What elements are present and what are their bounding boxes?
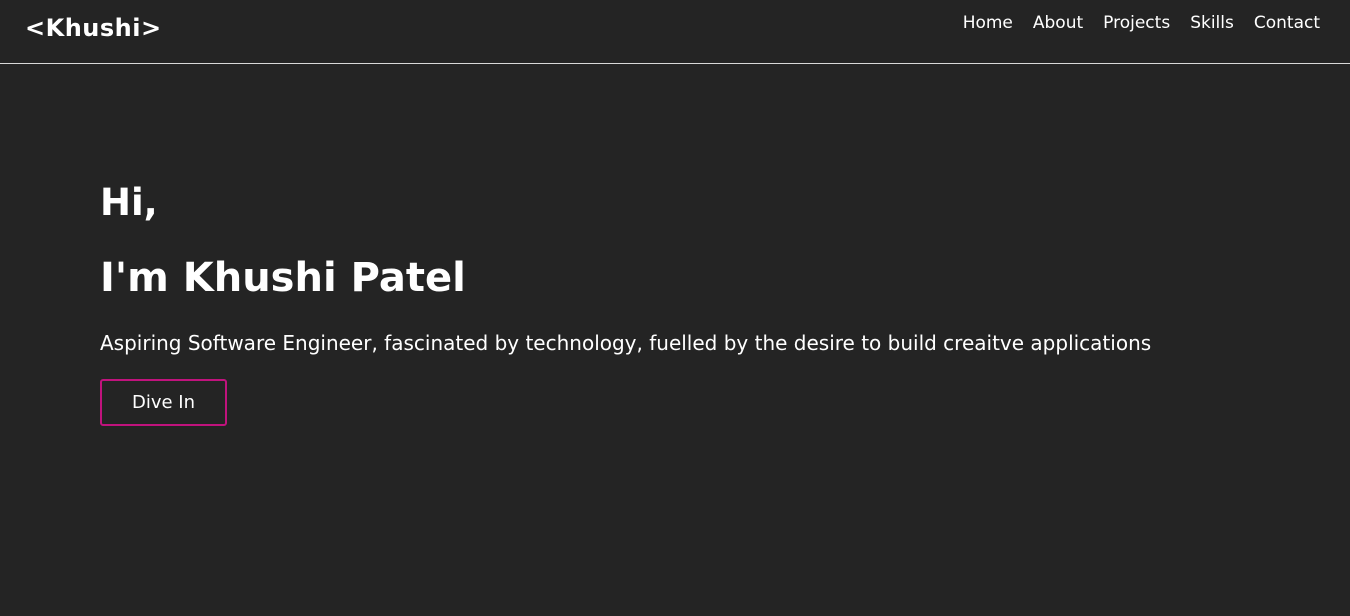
brand-logo[interactable]: <Khushi> (25, 13, 162, 43)
nav-link-skills[interactable]: Skills (1190, 12, 1234, 34)
nav-link-projects[interactable]: Projects (1103, 12, 1170, 34)
navbar: <Khushi> Home About Projects Skills Cont… (0, 0, 1350, 64)
nav-link-contact[interactable]: Contact (1254, 12, 1320, 34)
nav-link-home[interactable]: Home (963, 12, 1013, 34)
dive-in-button[interactable]: Dive In (100, 379, 227, 426)
hero-tagline: Aspiring Software Engineer, fascinated b… (100, 331, 1152, 355)
nav-link-about[interactable]: About (1033, 12, 1083, 34)
hero-greeting: Hi, (100, 181, 158, 224)
hero-section: Hi, I'm Khushi Patel Aspiring Software E… (100, 180, 1280, 426)
nav-links: Home About Projects Skills Contact (963, 12, 1320, 34)
hero-name: I'm Khushi Patel (100, 255, 466, 301)
